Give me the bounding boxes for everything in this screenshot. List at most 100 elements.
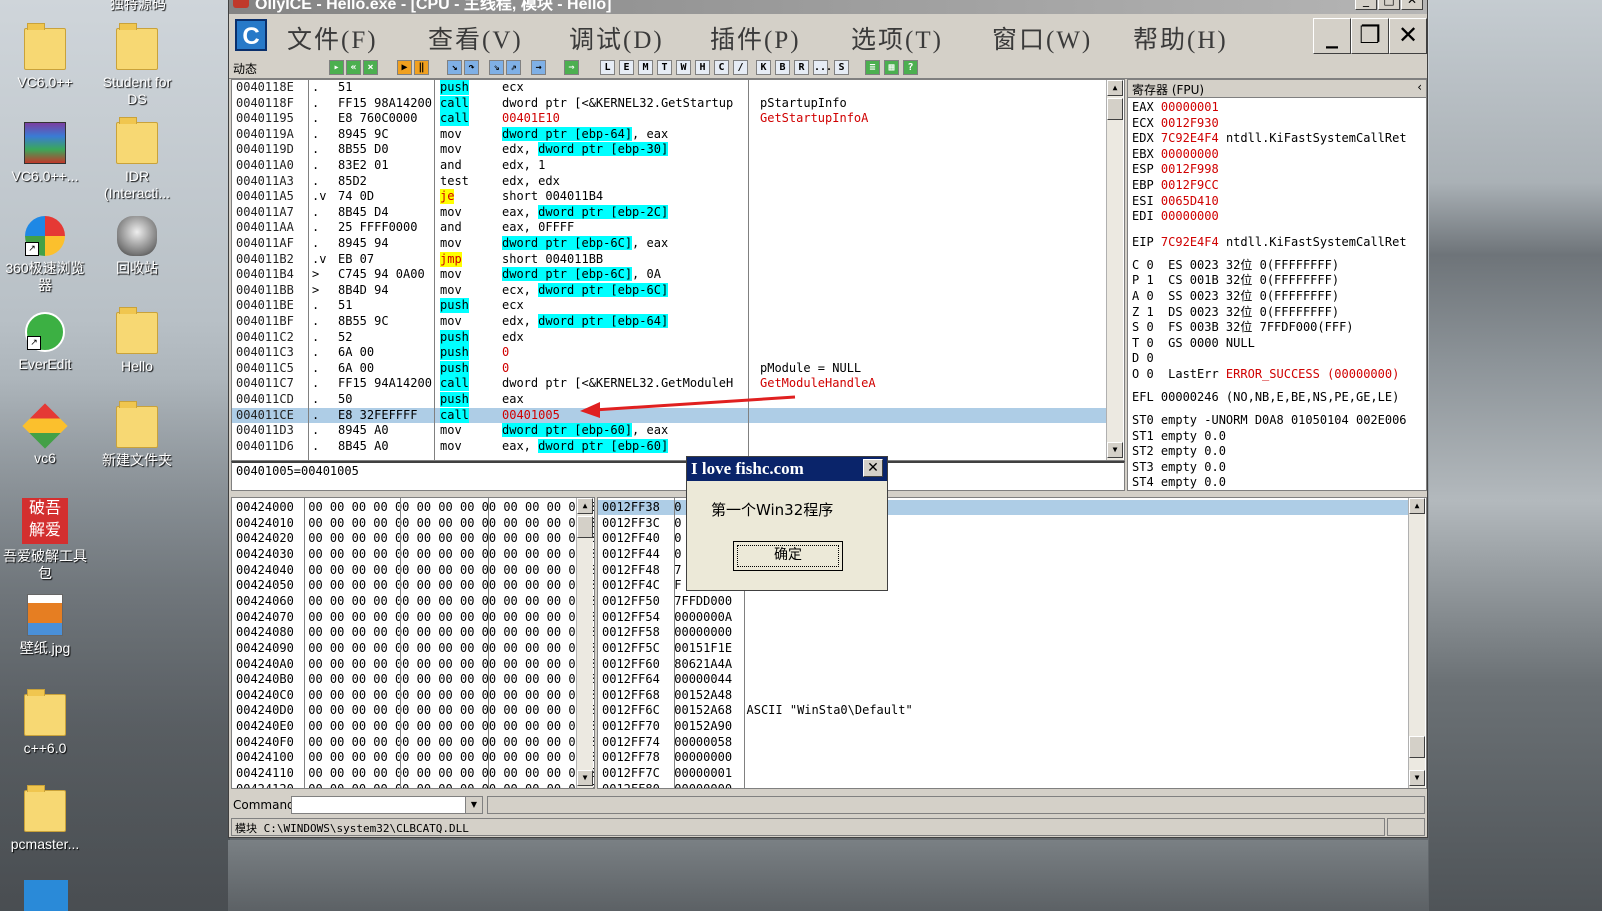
register-row[interactable]: EBP 0012F9CC xyxy=(1132,178,1226,193)
flag-row[interactable]: T 0 GS 0000 NULL xyxy=(1132,336,1255,351)
disasm-row[interactable]: 004011B4 > C745 94 0A00 mov dword ptr [ebp-6… xyxy=(232,267,1108,283)
register-row[interactable]: ESP 0012F998 xyxy=(1132,162,1226,177)
register-row[interactable]: ESI 0065D410 xyxy=(1132,194,1226,209)
desktop-icon-wallpaper-jpg[interactable]: 壁纸.jpg xyxy=(1,594,89,657)
toolbar-button-b[interactable]: B xyxy=(775,60,790,75)
menu-view[interactable]: 查看(V) xyxy=(428,20,523,56)
chevron-left-icon[interactable]: ‹ xyxy=(1417,80,1422,94)
close-program-icon[interactable]: × xyxy=(363,60,378,75)
disasm-row[interactable]: 004011D6. 8B45 A0 mov eax, dword ptr [ebp-6… xyxy=(232,438,1108,455)
stack-row[interactable]: 0012FF3C 0 xyxy=(602,516,696,532)
desktop-icon-vc6-folder[interactable]: VC6.0++ xyxy=(1,23,89,91)
run-icon[interactable]: ▶ xyxy=(397,60,412,75)
minimize-button[interactable]: _ xyxy=(1355,0,1377,10)
open-icon[interactable]: ▸ xyxy=(329,60,344,75)
desktop-icon-cpp6[interactable]: c++6.0 xyxy=(1,689,89,757)
stack-row[interactable]: 0012FF48 7 xyxy=(602,563,696,579)
disasm-row[interactable]: 004011C7. FF15 94A14200 call dword ptr [<&K… xyxy=(232,376,1108,392)
menu-window[interactable]: 窗口(W) xyxy=(992,20,1092,56)
flag-row[interactable]: C 0 ES 0023 32位 0(FFFFFFFF) xyxy=(1132,258,1339,273)
goto-icon[interactable]: ⇒ xyxy=(564,60,579,75)
dump-scrollbar[interactable]: ▲ ▼ xyxy=(576,498,593,788)
desktop-icon-360-browser[interactable]: ↗ 360极速浏览器 xyxy=(1,216,89,294)
toolbar-button-l[interactable]: L xyxy=(600,60,615,75)
scroll-down-icon[interactable]: ▼ xyxy=(1107,442,1123,458)
dump-row[interactable]: 00424120 00 00 00 00 00 00 00 00 00 00 0… xyxy=(236,782,594,788)
grid-icon[interactable]: ▦ xyxy=(884,60,899,75)
dump-row[interactable]: 00424000 00 00 00 00 00 00 00 00 00 00 0… xyxy=(236,500,594,516)
menu-file[interactable]: 文件(F) xyxy=(287,20,378,56)
close-button[interactable]: ✕ xyxy=(1401,0,1423,10)
disasm-row[interactable]: 004011C2. 52 push edx xyxy=(232,329,1108,346)
stack-row[interactable]: 0012FF38 0 xyxy=(602,500,696,516)
disasm-row[interactable]: 0040118F. FF15 98A14200 call dword ptr [<&K… xyxy=(232,95,1108,112)
toolbar-button-e[interactable]: E xyxy=(619,60,634,75)
register-row[interactable]: EBX 00000000 xyxy=(1132,147,1226,162)
desktop-icon-everedit[interactable]: ↗ EverEdit xyxy=(1,312,89,373)
disasm-row[interactable]: 004011A7. 8B45 D4 mov eax, dword ptr [ebp-2… xyxy=(232,204,1108,221)
scroll-up-icon[interactable]: ▲ xyxy=(1409,498,1425,514)
disasm-row[interactable]: 004011BF. 8B55 9C mov edx, dword ptr [ebp-6… xyxy=(232,314,1108,330)
dump-row[interactable]: 004240D0 00 00 00 00 00 00 00 00 00 00 0… xyxy=(236,703,594,719)
disasm-row[interactable]: 004011BB >8B4D 94 mov ecx, dword ptr [ebp-6… xyxy=(232,282,1108,299)
scroll-thumb[interactable] xyxy=(577,516,593,538)
register-row[interactable]: EAX 00000001 xyxy=(1132,100,1226,115)
disasm-row[interactable]: 004011A0. 83E2 01 and edx, 1 xyxy=(232,158,1108,174)
command-input[interactable]: ▼ xyxy=(291,796,483,814)
dump-row[interactable]: 004240F0 00 00 00 00 00 00 00 00 00 00 0… xyxy=(236,735,594,751)
restart-icon[interactable]: « xyxy=(346,60,361,75)
stack-row[interactable]: 0012FF40 0 xyxy=(602,531,696,547)
disasm-row[interactable]: 0040119D. 8B55 D0 mov edx, dword ptr [ebp-3… xyxy=(232,142,1108,158)
ok-button[interactable]: 确定 xyxy=(733,541,843,571)
menu-options[interactable]: 选项(T) xyxy=(851,20,943,56)
scroll-thumb[interactable] xyxy=(1107,98,1123,120)
desktop-icon-52pojie[interactable]: 破吾 解爱 吾爱破解工具包 xyxy=(1,498,89,582)
toolbar-button-k[interactable]: K xyxy=(756,60,771,75)
flag-row[interactable]: Z 1 DS 0023 32位 0(FFFFFFFF) xyxy=(1132,305,1339,320)
stack-row[interactable]: 0012FF4C F xyxy=(602,578,696,594)
toolbar-button-r[interactable]: R xyxy=(794,60,809,75)
message-box-close-button[interactable]: ✕ xyxy=(863,459,883,477)
dump-row[interactable]: 00424050 00 00 00 00 00 00 00 00 00 00 0… xyxy=(236,578,594,594)
register-row[interactable]: EDI 00000000 xyxy=(1132,209,1226,224)
desktop-icon-recycle-bin[interactable]: 回收站 xyxy=(93,216,181,277)
fpu-row[interactable]: ST2 empty 0.0 xyxy=(1132,444,1226,459)
cpu-logo-icon[interactable]: C xyxy=(235,19,267,51)
disasm-row[interactable]: 004011AA. 25 FFFF0000 and eax, 0FFFF xyxy=(232,220,1108,236)
desktop-icon-new-folder[interactable]: 新建文件夹 xyxy=(93,401,181,469)
fpu-row[interactable]: ST3 empty 0.0 xyxy=(1132,460,1226,475)
mdi-minimize-button[interactable]: _ xyxy=(1313,18,1351,54)
menu-plugins[interactable]: 插件(P) xyxy=(710,20,801,56)
registers-pane[interactable]: 寄存器 (FPU) ‹ EAX 00000001 ECX 0012F930 ED… xyxy=(1127,79,1427,491)
toolbar-button-s[interactable]: S xyxy=(834,60,849,75)
desktop-icon-idr[interactable]: IDR (Interacti... xyxy=(93,117,181,202)
dump-row[interactable]: 00424010 00 00 00 00 00 00 00 00 00 00 0… xyxy=(236,516,594,532)
disassembly-scrollbar[interactable]: ▲ ▼ xyxy=(1106,80,1123,460)
window-titlebar[interactable]: OllyICE - Hello.exe - [CPU - 主线程, 模块 - H… xyxy=(229,0,1427,14)
maximize-button[interactable]: □ xyxy=(1378,0,1400,10)
disasm-row[interactable]: 004011C5. 6A 00 push 0 pModule = NULL xyxy=(232,360,1108,377)
disasm-row[interactable]: 0040119A. 8945 9C mov dword ptr [ebp-64], e… xyxy=(232,126,1108,143)
toolbar-button-h[interactable]: H xyxy=(695,60,710,75)
mdi-restore-button[interactable]: ❐ xyxy=(1351,18,1389,54)
step-over-icon[interactable]: ↷ xyxy=(464,60,479,75)
pause-icon[interactable]: ‖ xyxy=(414,60,429,75)
efl-row[interactable]: EFL 00000246 (NO,NB,E,BE,NS,PE,GE,LE) xyxy=(1132,390,1399,405)
dump-row[interactable]: 00424080 00 00 00 00 00 00 00 00 00 00 0… xyxy=(236,625,594,641)
execute-till-return-icon[interactable]: → xyxy=(531,60,546,75)
dump-row[interactable]: 00424060 00 00 00 00 00 00 00 00 00 00 0… xyxy=(236,594,594,610)
disasm-row[interactable]: 00401195. E8 760C0000 call 00401E10 GetStart… xyxy=(232,111,1108,127)
lasterr-row[interactable]: O 0 LastErr ERROR_SUCCESS (00000000) xyxy=(1132,367,1399,382)
partial-desktop-icon[interactable] xyxy=(24,880,68,911)
dump-row[interactable]: 00424100 00 00 00 00 00 00 00 00 00 00 0… xyxy=(236,750,594,766)
disasm-row[interactable]: 004011A3. 85D2 test edx, edx xyxy=(232,174,1108,190)
desktop-icon-vc6[interactable]: vc6 xyxy=(1,403,89,467)
trace-into-icon[interactable]: ⇘ xyxy=(489,60,504,75)
toolbar-button-t[interactable]: T xyxy=(657,60,672,75)
disasm-row[interactable]: 004011B2 .v EB 07 jmp short 004011BB xyxy=(232,251,1108,268)
scroll-down-icon[interactable]: ▼ xyxy=(1409,770,1425,786)
dump-row[interactable]: 004240B0 00 00 00 00 00 00 00 00 00 00 0… xyxy=(236,672,594,688)
fpu-row[interactable]: ST1 empty 0.0 xyxy=(1132,429,1226,444)
flag-row[interactable]: P 1 CS 001B 32位 0(FFFFFFFF) xyxy=(1132,273,1339,288)
disasm-row[interactable]: 0040118E. 51 push ecx xyxy=(232,80,1108,96)
